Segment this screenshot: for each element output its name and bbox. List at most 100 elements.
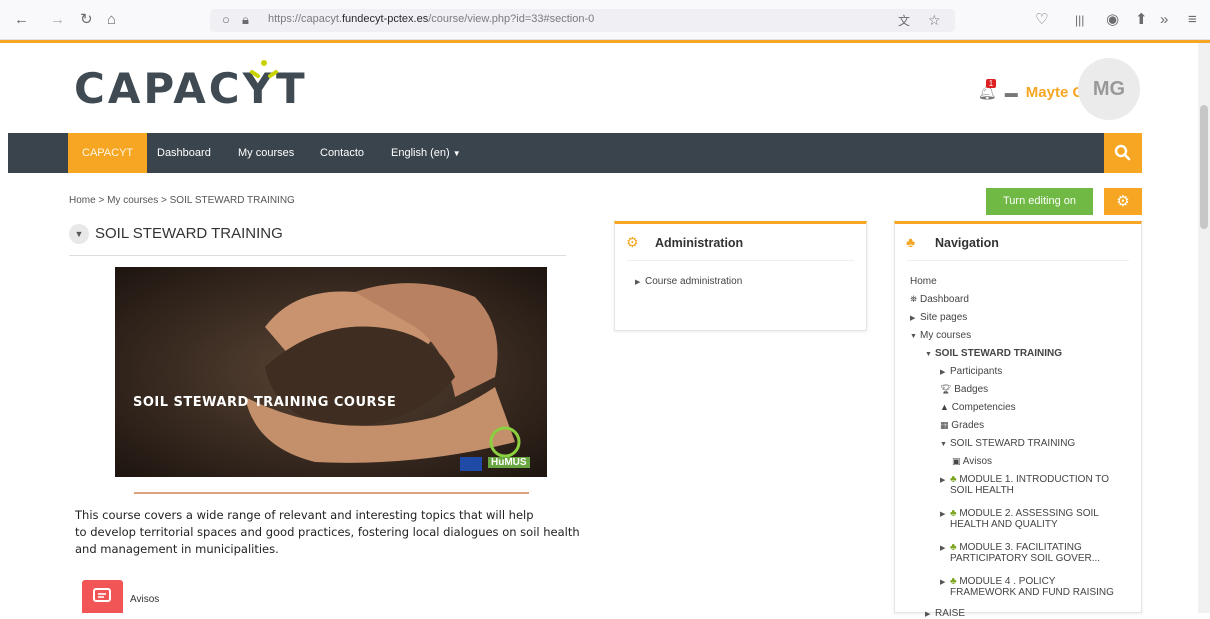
nav-tree-label: Participants (950, 366, 1003, 377)
expand-icon: ▶ (940, 369, 946, 376)
library-icon[interactable]: ||| (1075, 11, 1084, 29)
nav-tree-home[interactable]: Home (910, 276, 937, 287)
forum-icon[interactable] (82, 580, 123, 613)
breadcrumb-separator-icon: > (98, 195, 108, 206)
nav-tree-label: Grades (951, 420, 985, 431)
admin-item-label: Course administration (645, 276, 743, 287)
soil-hands-illustration (115, 267, 547, 477)
expand-icon: ▶ (925, 611, 931, 618)
caret-down-icon: ▼ (452, 149, 461, 158)
forum-icon: ▣ (952, 456, 961, 466)
nav-tree-avisos[interactable]: ▣ Avisos (952, 456, 992, 467)
nav-tree-label: SOIL STEWARD TRAINING (935, 348, 1063, 359)
breadcrumb-home[interactable]: Home (69, 195, 96, 206)
dashboard-icon: ⛯ (910, 294, 918, 304)
block-divider (627, 260, 854, 261)
search-button[interactable] (1104, 133, 1142, 173)
notifications-icon[interactable]: 🔔︎ 1 (978, 79, 997, 101)
nav-tree-competencies[interactable]: ▲ Competencies (940, 402, 1016, 413)
nav-tree-label-cont: HEALTH AND QUALITY (950, 519, 1058, 530)
nav-tree-label: MODULE 3. FACILITATING (959, 542, 1082, 553)
course-administration-item[interactable]: ▶ Course administration (635, 276, 742, 287)
navigation-tree: Home ⛯ Dashboard ▶ Site pages ▼ My courses… (910, 276, 1140, 619)
url-text[interactable]: https://capacyt.fundecyt-pctex.es/course… (268, 13, 594, 25)
course-description: This course covers a wide range of relev… (75, 507, 595, 558)
expand-icon: ▶ (940, 545, 946, 552)
extensions-icon[interactable]: ⬆ (1135, 11, 1148, 29)
collapse-icon: ▼ (910, 333, 917, 340)
expand-icon: ▶ (910, 315, 916, 322)
expand-icon: ▶ (940, 511, 946, 518)
nav-tree-label: My courses (920, 330, 972, 341)
nav-tree-dashboard[interactable]: ⛯ Dashboard (910, 294, 969, 305)
nav-tree-label: MODULE 1. INTRODUCTION TO (959, 474, 1109, 485)
nav-item-capacyt[interactable]: CAPACYT (68, 133, 148, 173)
page-scrollbar[interactable] (1198, 43, 1210, 613)
language-menu[interactable]: English (en) ▼ (391, 133, 461, 173)
description-line: to develop territorial spaces and good p… (75, 525, 580, 539)
back-icon[interactable]: ← (14, 11, 29, 29)
nav-tree-label: MODULE 2. ASSESSING SOIL (959, 508, 1099, 519)
breadcrumb-my-courses[interactable]: My courses (107, 195, 158, 206)
main-navbar: CAPACYT Dashboard My courses Contacto En… (8, 133, 1142, 173)
module-sprout-icon: ♣ (950, 576, 957, 587)
menu-icon[interactable]: ≡ (1188, 11, 1197, 29)
translate-icon[interactable]: 文 (898, 12, 910, 30)
nav-tree-module-1[interactable]: ▶ ♣ MODULE 1. INTRODUCTION TO SOIL HEALTH (940, 474, 1109, 496)
collapse-icon: ▼ (940, 441, 947, 448)
url-bar[interactable]: ○ 🔒︎ https://capacyt.fundecyt-pctex.es/c… (210, 9, 955, 32)
course-section-title: ▼ SOIL STEWARD TRAINING (69, 224, 566, 256)
collapse-icon[interactable]: ▼ (69, 224, 89, 244)
nav-item-contacto[interactable]: Contacto (320, 133, 364, 173)
separator (134, 492, 529, 494)
sitemap-icon: ♣ (906, 234, 916, 250)
nav-tree-badges[interactable]: 🏆︎ Badges (940, 384, 988, 395)
nav-tree-label: Dashboard (919, 294, 969, 305)
reload-icon[interactable]: ↻ (80, 11, 93, 29)
nav-tree-label: RAISE (935, 608, 966, 619)
avisos-link[interactable]: Avisos (130, 594, 159, 605)
nav-tree-my-courses[interactable]: ▼ My courses (910, 330, 971, 341)
cogs-icon: ⚙ (626, 234, 639, 250)
block-divider (907, 260, 1129, 261)
nav-tree-label: MODULE 4 . POLICY (959, 576, 1056, 587)
breadcrumb-course[interactable]: SOIL STEWARD TRAINING (170, 195, 295, 206)
expand-icon: ▶ (940, 477, 946, 484)
collapse-icon: ▼ (925, 351, 932, 358)
nav-tree-module-3[interactable]: ▶ ♣ MODULE 3. FACILITATING PARTICIPATORY S… (940, 542, 1100, 564)
competencies-icon: ▲ (940, 402, 949, 412)
nav-tree-site-pages[interactable]: ▶ Site pages (910, 312, 967, 323)
scroll-thumb[interactable] (1200, 105, 1208, 229)
module-sprout-icon: ♣ (950, 508, 957, 519)
block-title: Administration (655, 236, 744, 250)
account-icon[interactable]: ◉ (1106, 11, 1119, 29)
nav-tree-section[interactable]: ▼ SOIL STEWARD TRAINING (940, 438, 1075, 449)
turn-editing-on-button[interactable]: Turn editing on (986, 188, 1093, 215)
nav-tree-label-cont: PARTICIPATORY SOIL GOVER... (950, 553, 1101, 564)
nav-tree-module-4[interactable]: ▶ ♣ MODULE 4 . POLICY FRAMEWORK AND FUND R… (940, 576, 1114, 598)
shield-icon[interactable]: ○ (222, 11, 230, 29)
lock-icon[interactable]: 🔒︎ (242, 11, 249, 29)
course-banner-image: SOIL STEWARD TRAINING COURSE HuMUS (115, 267, 547, 477)
nav-tree-participants[interactable]: ▶ Participants (940, 366, 1002, 377)
nav-tree-label: SOIL STEWARD TRAINING (950, 438, 1076, 449)
forward-icon[interactable]: → (50, 11, 65, 29)
nav-tree-module-2[interactable]: ▶ ♣ MODULE 2. ASSESSING SOIL HEALTH AND QU… (940, 508, 1099, 530)
messages-icon[interactable]: ▬ (1005, 85, 1018, 100)
nav-tree-grades[interactable]: ▦ Grades (940, 420, 984, 431)
settings-button[interactable]: ⚙ (1104, 188, 1142, 215)
chat-bubble-icon (93, 588, 111, 602)
nav-item-dashboard[interactable]: Dashboard (157, 133, 211, 173)
banner-caption: SOIL STEWARD TRAINING COURSE (133, 395, 397, 410)
avatar[interactable]: MG (1078, 58, 1140, 120)
nav-tree-label: Site pages (920, 312, 968, 323)
nav-item-my-courses[interactable]: My courses (238, 133, 294, 173)
pocket-icon[interactable]: ♡ (1035, 11, 1048, 29)
nav-tree-label-cont: SOIL HEALTH (950, 485, 1014, 496)
home-icon[interactable]: ⌂ (107, 11, 116, 29)
overflow-icon[interactable]: » (1160, 11, 1168, 29)
bookmark-star-icon[interactable]: ☆ (928, 11, 941, 29)
nav-tree-course[interactable]: ▼ SOIL STEWARD TRAINING (925, 348, 1062, 359)
language-label: English (en) (391, 147, 450, 159)
nav-tree-more[interactable]: ▶ RAISE (925, 608, 965, 619)
